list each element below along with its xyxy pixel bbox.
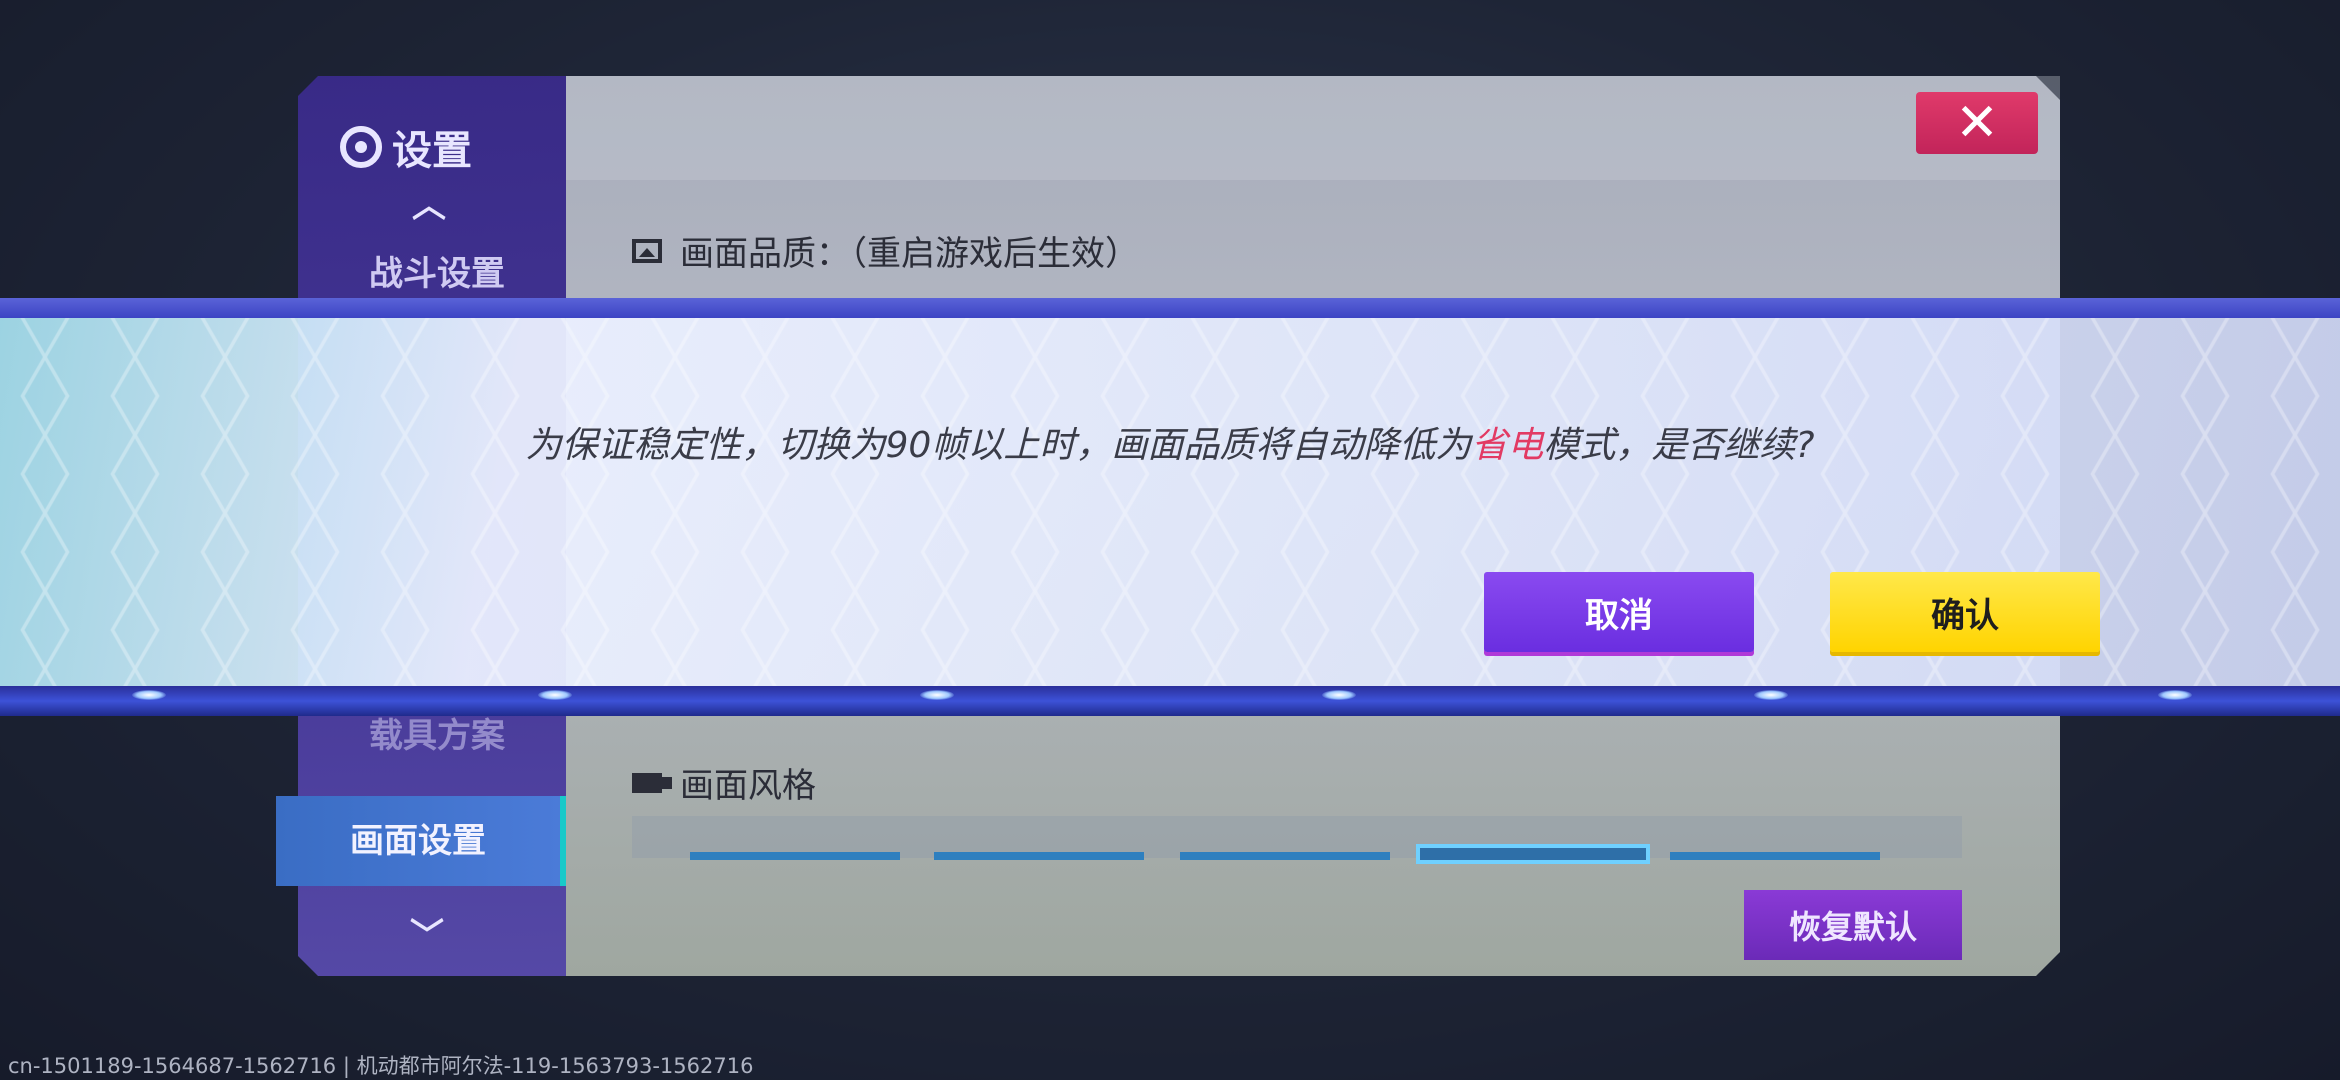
cancel-button[interactable]: 取消 <box>1484 572 1754 652</box>
settings-title-label: 设置 <box>392 128 472 174</box>
chevron-up-icon[interactable]: ︿ <box>412 178 446 227</box>
light-dot <box>132 690 166 700</box>
dialog-bottom-bar <box>0 686 2340 716</box>
dialog-message: 为保证稳定性，切换为90帧以上时，画面品质将自动降低为省电模式，是否继续? <box>0 416 2340 468</box>
confirm-button[interactable]: 确认 <box>1830 572 2100 652</box>
dialog-top-bar <box>0 298 2340 318</box>
image-icon <box>632 238 662 263</box>
chevron-down-icon[interactable]: ﹀ <box>410 908 444 957</box>
light-dot <box>538 690 572 700</box>
light-dot <box>2158 690 2192 700</box>
quality-heading-label: 画面品质：（重启游戏后生效） <box>680 234 1139 274</box>
sidebar-item-battle[interactable]: 战斗设置 <box>298 246 576 295</box>
settings-title: 设置 <box>340 118 472 176</box>
style-heading-label: 画面风格 <box>680 766 816 806</box>
close-icon: ✕ <box>1955 93 1999 153</box>
close-button[interactable]: ✕ <box>1916 92 2038 154</box>
build-id-text: cn-1501189-1564687-1562716 | 机动都市阿尔法-119… <box>8 1054 754 1078</box>
camera-icon <box>632 772 672 793</box>
style-thumbnail[interactable] <box>690 852 900 860</box>
style-thumbnail[interactable] <box>1670 852 1880 860</box>
style-heading: 画面风格 <box>632 758 816 807</box>
style-thumbnail-selected[interactable] <box>1416 844 1650 864</box>
settings-header-band <box>566 76 2060 180</box>
quality-heading: 画面品质：（重启游戏后生效） <box>632 226 1139 275</box>
dialog-message-start: 为保证稳定性，切换为90帧以上时，画面品质将自动降低为 <box>525 425 1472 466</box>
style-thumbnail[interactable] <box>1180 852 1390 860</box>
light-dot <box>920 690 954 700</box>
sidebar-item-graphics[interactable]: 画面设置 <box>276 796 566 886</box>
dialog-message-highlight: 省电 <box>1471 425 1544 466</box>
restore-default-button[interactable]: 恢复默认 <box>1744 890 1962 960</box>
dialog-message-end: 模式，是否继续? <box>1543 425 1815 466</box>
light-dot <box>1322 690 1356 700</box>
style-thumbnail[interactable] <box>934 852 1144 860</box>
gear-icon <box>340 126 382 168</box>
light-dot <box>1754 690 1788 700</box>
